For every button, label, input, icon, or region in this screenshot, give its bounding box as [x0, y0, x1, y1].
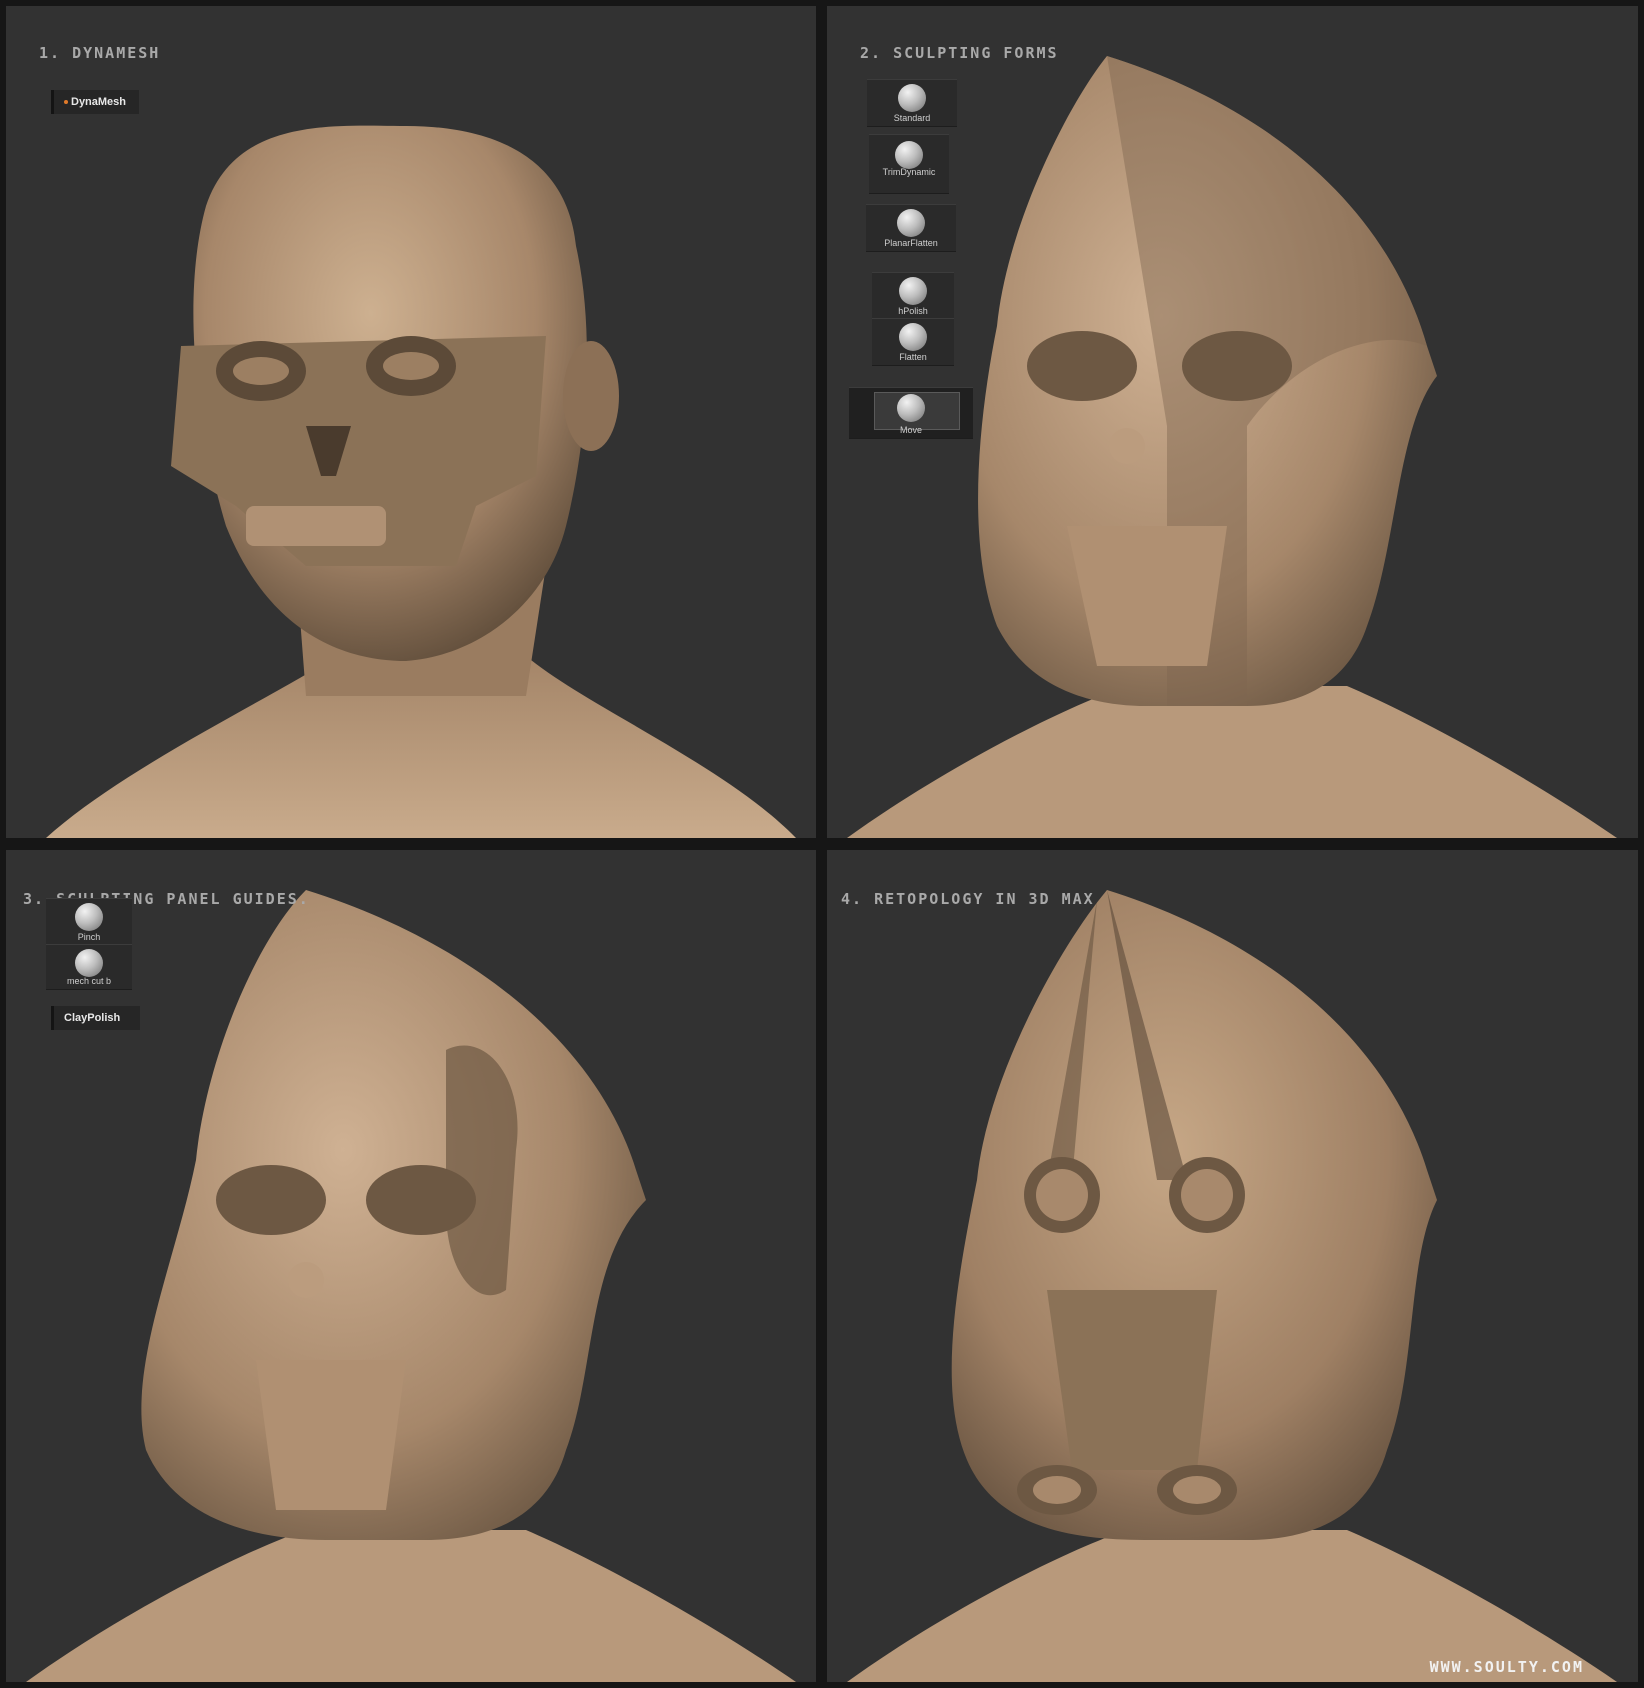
step-title: 2. SCULPTING FORMS — [860, 44, 1059, 62]
dynamesh-label: DynaMesh — [71, 96, 127, 108]
sculpt-render-retopology-helmet — [847, 890, 1617, 1682]
step-title: 1. DYNAMESH — [39, 44, 161, 62]
claypolish-button[interactable]: ClayPolish — [51, 1006, 140, 1030]
panel-dynamesh: 1. DYNAMESH DynaMesh — [6, 6, 816, 838]
hpolish-brush-label: hPolish — [898, 306, 928, 316]
trimdynamic-brush-icon — [895, 141, 923, 169]
dynamesh-button[interactable]: DynaMesh — [51, 90, 139, 114]
planarflatten-brush-label: PlanarFlatten — [884, 238, 938, 248]
sculpt-render-skull-head — [46, 125, 796, 838]
planarflatten-brush-button[interactable]: PlanarFlatten — [866, 204, 956, 252]
trimdynamic-brush-button[interactable]: TrimDynamic — [869, 134, 949, 194]
mech-cut-brush-icon — [75, 949, 103, 977]
panel-retopology: 4. RETOPOLOGY IN 3D MAX WWW.SOULTY.COM — [827, 850, 1638, 1682]
move-brush-label: Move — [899, 425, 922, 435]
active-indicator-icon — [64, 100, 68, 105]
step-title: 4. RETOPOLOGY IN 3D MAX — [841, 890, 1095, 908]
pinch-brush-label: Pinch — [77, 932, 101, 942]
standard-brush-label: Standard — [893, 113, 931, 123]
mech-cut-brush-label: mech cut b — [66, 976, 112, 986]
panel-sculpting-panel-guides: 3. SCULPTING PANEL GUIDES. Pinch mech cu… — [6, 850, 816, 1682]
flatten-brush-icon — [899, 323, 927, 351]
move-brush-button[interactable]: Move — [849, 387, 973, 439]
tutorial-sheet: 1. DYNAMESH DynaMesh 2. SCULPTING FORMS — [0, 0, 1644, 1688]
standard-brush-button[interactable]: Standard — [867, 79, 957, 127]
move-brush-icon — [897, 394, 925, 422]
flatten-brush-button[interactable]: Flatten — [872, 318, 954, 366]
trimdynamic-brush-label: TrimDynamic — [882, 167, 936, 177]
watermark: WWW.SOULTY.COM — [1429, 1658, 1584, 1676]
pinch-brush-button[interactable]: Pinch — [46, 898, 132, 946]
hpolish-brush-button[interactable]: hPolish — [872, 272, 954, 320]
mech-cut-brush-button[interactable]: mech cut b — [46, 944, 132, 990]
claypolish-label: ClayPolish — [64, 1012, 121, 1024]
flatten-brush-label: Flatten — [899, 352, 927, 362]
pinch-brush-icon — [75, 903, 103, 931]
planarflatten-brush-icon — [897, 209, 925, 237]
panel-sculpting-forms: 2. SCULPTING FORMS Standard TrimDynamic … — [827, 6, 1638, 838]
hpolish-brush-icon — [899, 277, 927, 305]
standard-brush-icon — [898, 84, 926, 112]
